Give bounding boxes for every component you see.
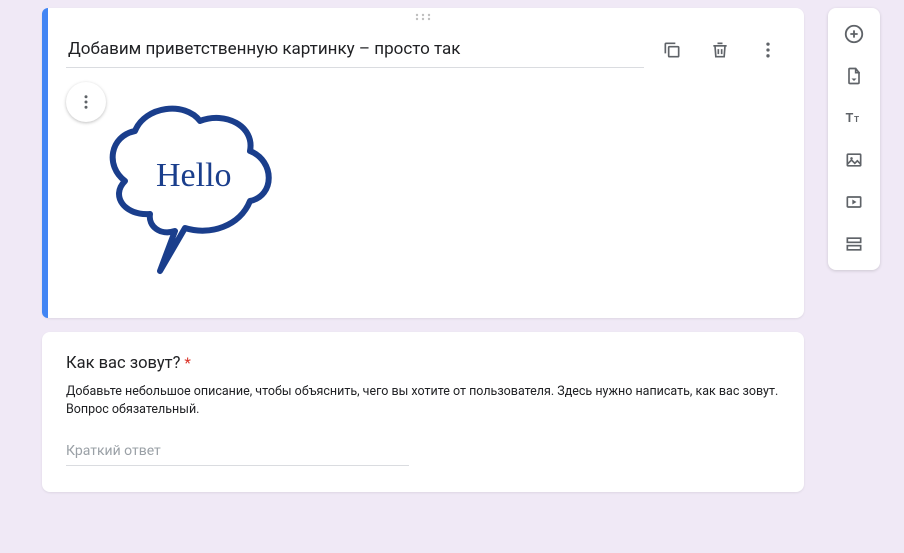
add-title-button[interactable]: TT <box>836 100 872 136</box>
add-image-button[interactable] <box>836 142 872 178</box>
svg-text:T: T <box>846 111 854 125</box>
add-video-button[interactable] <box>836 184 872 220</box>
svg-text:T: T <box>854 114 859 124</box>
drag-handle-icon[interactable] <box>413 12 433 22</box>
image-block-card[interactable]: Hello <box>42 8 804 318</box>
uploaded-image[interactable]: Hello <box>90 86 290 290</box>
short-answer-placeholder: Краткий ответ <box>66 443 409 466</box>
question-card[interactable]: Как вас зовут? * Добавьте небольшое опис… <box>42 332 804 492</box>
delete-button[interactable] <box>700 30 740 70</box>
import-questions-button[interactable] <box>836 58 872 94</box>
question-description: Добавьте небольшое описание, чтобы объяс… <box>66 383 780 419</box>
question-title: Как вас зовут? <box>66 354 180 373</box>
image-title-input[interactable] <box>66 33 644 68</box>
floating-toolbar: TT <box>828 8 880 270</box>
image-text: Hello <box>156 157 232 194</box>
add-section-button[interactable] <box>836 226 872 262</box>
add-question-button[interactable] <box>836 16 872 52</box>
more-options-button[interactable] <box>748 30 788 70</box>
duplicate-button[interactable] <box>652 30 692 70</box>
image-options-button[interactable] <box>66 82 106 122</box>
required-indicator: * <box>184 354 190 372</box>
